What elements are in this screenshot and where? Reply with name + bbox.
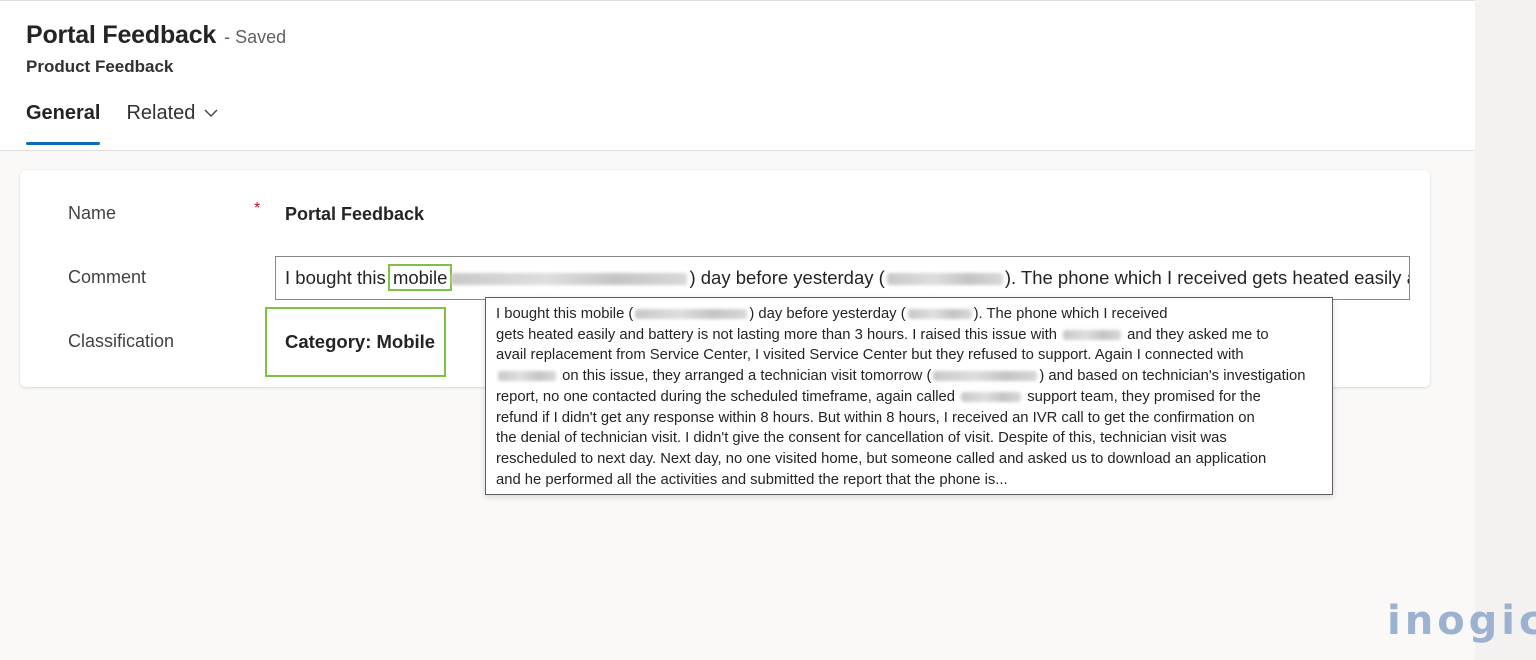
comment-text-before: I bought this — [285, 267, 391, 288]
tooltip-text: and he performed all the activities and … — [496, 471, 1008, 488]
tooltip-line: rescheduled to next day. Next day, no on… — [496, 449, 1322, 470]
comment-text-mid: ) day before yesterday ( — [689, 267, 885, 288]
name-field[interactable]: Portal Feedback — [285, 204, 424, 225]
tooltip-text: ). The phone which I received — [973, 306, 1168, 322]
form-header: Portal Feedback - Saved Product Feedback… — [0, 1, 1475, 151]
tooltip-text: and they asked me to — [1123, 326, 1269, 343]
tooltip-line: the denial of technician visit. I didn't… — [496, 428, 1322, 449]
classification-field[interactable]: Category: Mobile — [265, 307, 446, 377]
tab-related-label: Related — [126, 102, 196, 124]
redacted-text — [635, 309, 748, 320]
tooltip-text: I bought this mobile ( — [496, 306, 634, 322]
redacted-text — [886, 273, 1003, 286]
classification-value: Category: Mobile — [285, 331, 436, 352]
tooltip-text: rescheduled to next day. Next day, no on… — [496, 450, 1267, 467]
required-indicator: * — [254, 200, 261, 217]
tooltip-text: on this issue, they arranged a technicia… — [558, 368, 932, 385]
entity-name: Product Feedback — [26, 57, 174, 76]
tooltip-line: avail replacement from Service Center, I… — [496, 345, 1322, 366]
save-status: - Saved — [224, 27, 287, 47]
name-label: Name — [68, 203, 117, 223]
record-title: Portal Feedback — [26, 21, 217, 49]
redacted-text — [961, 391, 1022, 402]
tooltip-line: refund if I didn't get any response with… — [496, 408, 1322, 429]
comment-text-after: ). The phone which I received gets heate… — [1004, 267, 1410, 288]
tooltip-text: ) day before yesterday ( — [749, 306, 906, 322]
tooltip-text: ) and based on technician's investigatio… — [1039, 368, 1306, 385]
tab-general[interactable]: General — [26, 99, 101, 145]
redacted-text — [1063, 329, 1122, 340]
tooltip-line: on this issue, they arranged a technicia… — [496, 366, 1322, 387]
tooltip-line: report, no one contacted during the sche… — [496, 387, 1322, 408]
redacted-text — [907, 309, 972, 320]
tab-general-label: General — [26, 102, 101, 124]
comment-field[interactable]: I bought this mobile ) day before yesterd… — [275, 256, 1410, 300]
redacted-text — [933, 371, 1038, 382]
right-rail — [1475, 0, 1536, 660]
classification-label: Classification — [68, 331, 175, 351]
chevron-down-icon — [203, 101, 219, 133]
redacted-text — [451, 273, 688, 286]
tooltip-line: and he performed all the activities and … — [496, 470, 1322, 491]
tooltip-text: support team, they promised for the — [1023, 388, 1261, 405]
tooltip-text: the denial of technician visit. I didn't… — [496, 430, 1227, 447]
tab-list: General Related — [26, 99, 245, 145]
highlighted-keyword: mobile — [387, 264, 453, 291]
tooltip-text: avail replacement from Service Center, I… — [496, 347, 1244, 364]
tab-related[interactable]: Related — [126, 99, 219, 145]
tooltip-line: gets heated easily and battery is not la… — [496, 325, 1322, 346]
tooltip-line: I bought this mobile ( ) day before yeste… — [496, 304, 1322, 325]
redacted-text — [498, 371, 556, 382]
tooltip-text: gets heated easily and battery is not la… — [496, 326, 1062, 343]
comment-label: Comment — [68, 267, 147, 287]
inogic-watermark: inogic — [1387, 598, 1536, 644]
title-row: Portal Feedback - Saved — [26, 21, 286, 50]
tooltip-text: report, no one contacted during the sche… — [496, 388, 960, 405]
tooltip-text: refund if I didn't get any response with… — [496, 409, 1255, 426]
comment-tooltip: I bought this mobile ( ) day before yeste… — [485, 297, 1333, 495]
